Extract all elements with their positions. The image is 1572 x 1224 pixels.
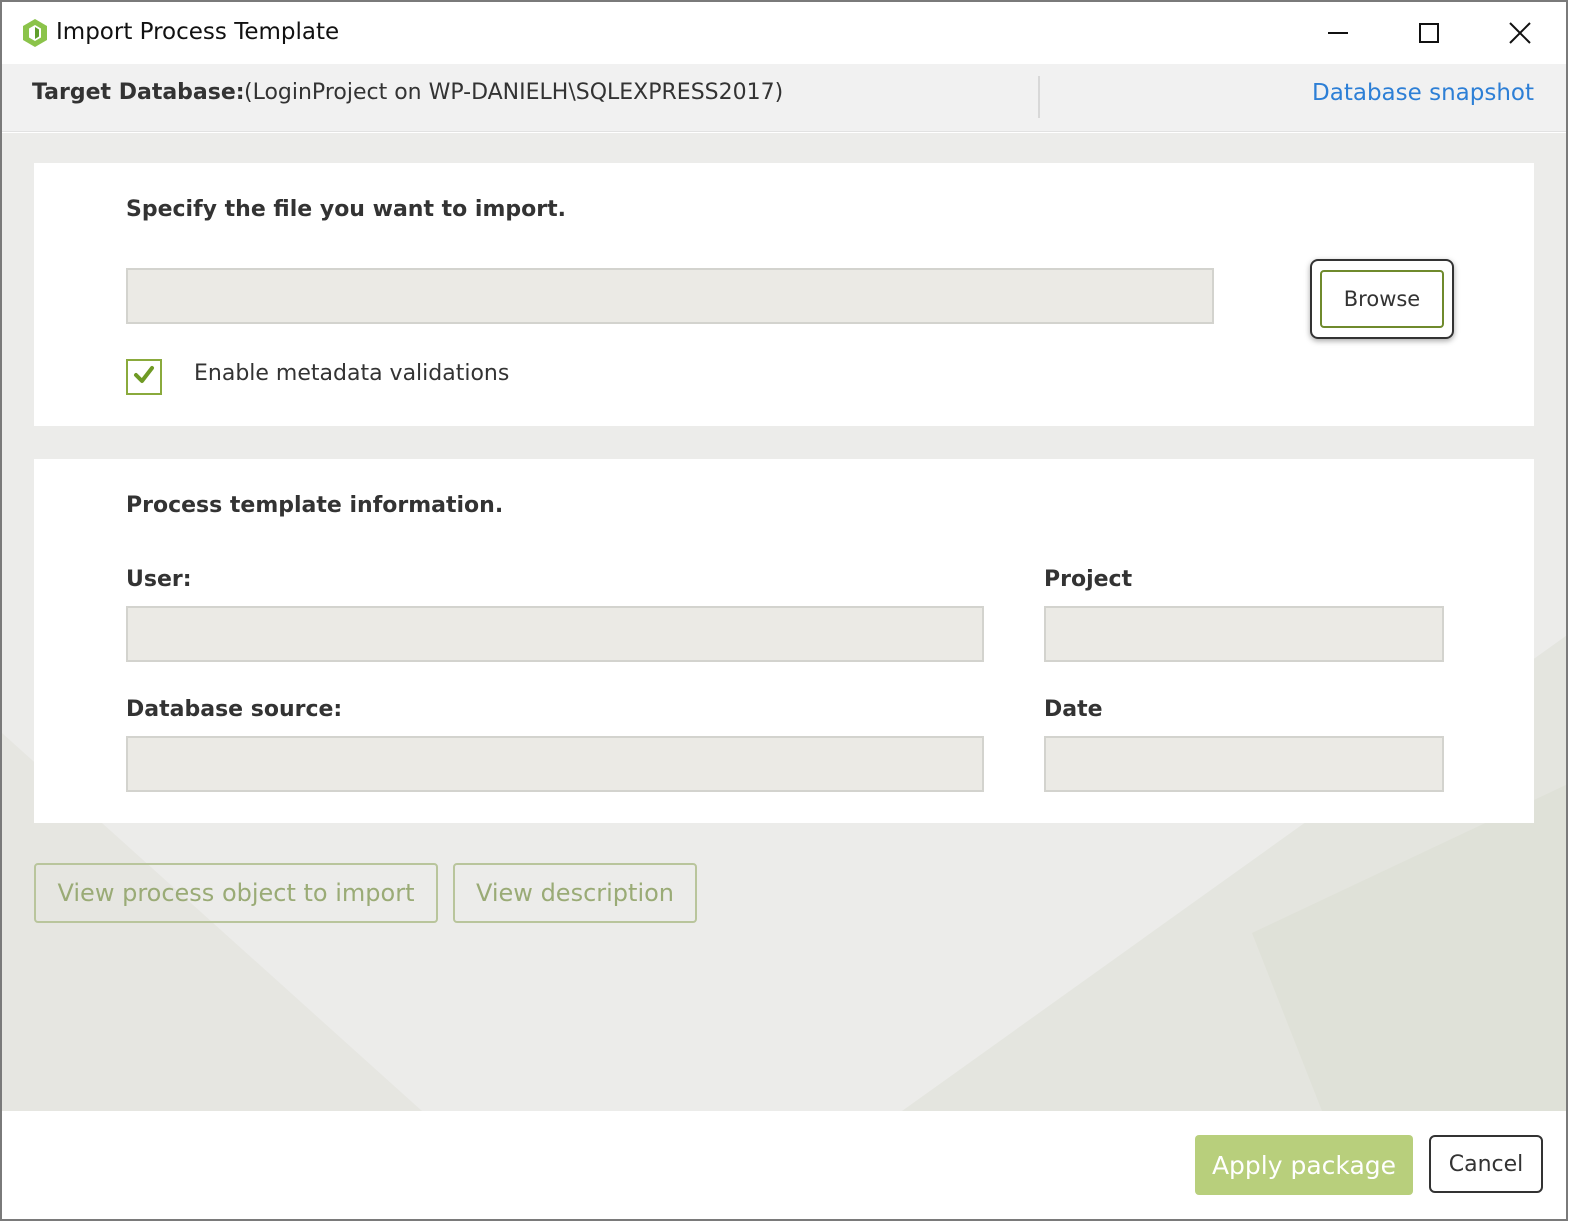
target-database-value: (LoginProject on WP-DANIELH\SQLEXPRESS20… [244, 80, 784, 105]
apply-package-button[interactable]: Apply package [1195, 1135, 1413, 1195]
database-source-label: Database source: [126, 697, 343, 722]
cancel-button[interactable]: Cancel [1429, 1135, 1543, 1193]
target-database-header: Target Database: (LoginProject on WP-DAN… [2, 64, 1566, 132]
close-icon [1509, 22, 1531, 44]
app-hexagon-icon [20, 18, 50, 48]
date-field[interactable] [1044, 736, 1444, 792]
maximize-icon [1419, 23, 1439, 43]
database-snapshot-link[interactable]: Database snapshot [1312, 80, 1534, 106]
user-field[interactable] [126, 606, 984, 662]
project-field[interactable] [1044, 606, 1444, 662]
title-bar: Import Process Template [2, 2, 1566, 64]
metadata-validation-label: Enable metadata validations [194, 361, 510, 386]
checkmark-icon [133, 365, 155, 389]
template-info-panel: Process template information. User: Proj… [34, 459, 1534, 823]
browse-button[interactable]: Browse [1320, 270, 1444, 328]
dialog-body: Specify the file you want to import. Bro… [2, 133, 1566, 1111]
close-button[interactable] [1474, 2, 1566, 64]
import-dialog-window: Import Process Template Target Database:… [0, 0, 1568, 1221]
date-label: Date [1044, 697, 1103, 722]
file-section-heading: Specify the file you want to import. [126, 197, 566, 222]
dialog-footer: Apply package Cancel [2, 1111, 1566, 1219]
metadata-validation-checkbox[interactable] [126, 359, 162, 395]
window-title: Import Process Template [56, 19, 340, 45]
view-description-button[interactable]: View description [453, 863, 697, 923]
project-label: Project [1044, 567, 1133, 592]
minimize-button[interactable] [1292, 2, 1384, 64]
file-selection-panel: Specify the file you want to import. Bro… [34, 163, 1534, 426]
browse-focus-ring: Browse [1310, 259, 1454, 339]
file-path-input[interactable] [126, 268, 1214, 324]
minimize-icon [1328, 23, 1348, 43]
target-database-label: Target Database: [32, 80, 245, 105]
database-source-field[interactable] [126, 736, 984, 792]
maximize-button[interactable] [1383, 2, 1475, 64]
user-label: User: [126, 567, 192, 592]
header-divider [1038, 76, 1040, 118]
view-process-object-button[interactable]: View process object to import [34, 863, 438, 923]
info-section-heading: Process template information. [126, 493, 504, 518]
